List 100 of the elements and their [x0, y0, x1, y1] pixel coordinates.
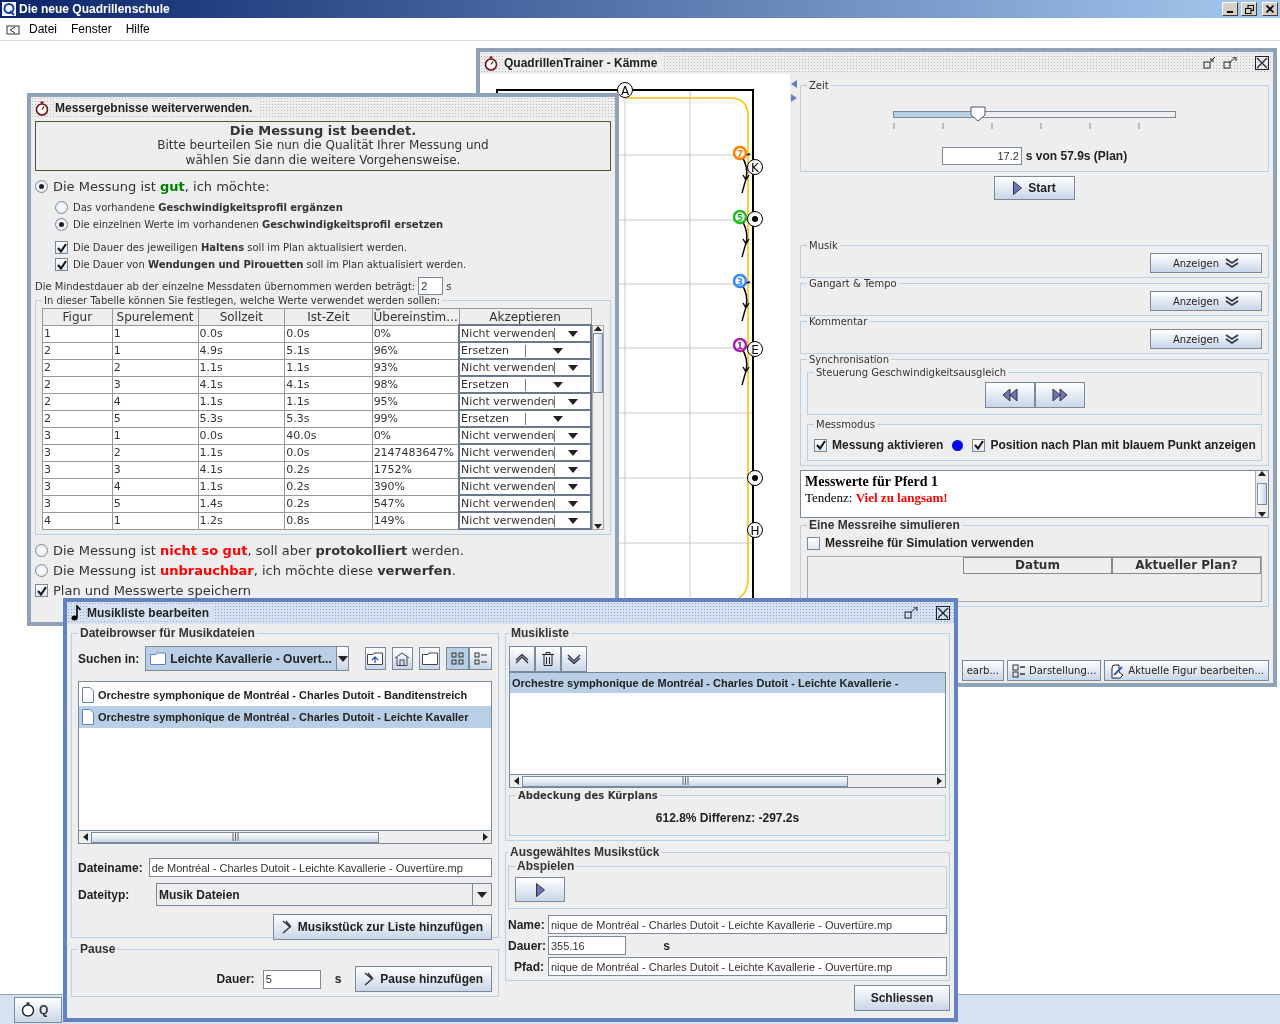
dropdown-arrow-icon[interactable] [568, 466, 579, 473]
taskbar-button[interactable]: Q [14, 996, 62, 1023]
filetype-dropdown[interactable]: Musik Dateien [156, 883, 492, 906]
scroll-down-icon [1258, 512, 1266, 517]
checkbox[interactable] [807, 536, 820, 550]
folder-dropdown[interactable]: Leichte Kavallerie - Ouvert... [145, 646, 350, 671]
notice-text: wählen Sie dann die weitere Vorgehensweise. [184, 153, 462, 168]
close-icon[interactable] [936, 606, 950, 620]
dropdown-arrow-icon[interactable] [553, 381, 564, 388]
column-header[interactable]: Figur [42, 308, 113, 325]
checkbox-label: Plan und Messwerte speichern [53, 583, 251, 598]
scrollbar[interactable] [79, 830, 491, 843]
minimize-button[interactable] [1222, 2, 1238, 16]
checkbox[interactable] [55, 258, 68, 271]
chevron-down-icon [567, 654, 581, 664]
group-title: Zeit [808, 80, 830, 91]
menu-item[interactable]: Fenster [66, 20, 117, 38]
name-field[interactable]: nique de Montréal - Charles Dutoit - Leichte Kavallerie - Ouvertüre.mp [548, 915, 947, 934]
play-button[interactable] [515, 877, 565, 902]
path-field[interactable]: nique de Montréal - Charles Dutoit - Leichte Kavallerie - Ouvertüre.mp [548, 957, 947, 976]
duration-label: Dauer: [508, 938, 544, 953]
add-to-list-button[interactable]: Musikstück zur Liste hinzufügen [272, 914, 492, 940]
file-item[interactable]: Orchestre symphonique de Montréal - Charles Dutoit - Leichte Kavaller [79, 706, 491, 728]
folder-up-button[interactable] [364, 647, 386, 670]
dropdown-arrow-icon[interactable] [337, 655, 348, 662]
group-title: Kommentar [808, 316, 869, 327]
column-header[interactable]: Spurelement [112, 308, 199, 325]
move-up-button[interactable] [509, 646, 535, 672]
restore-button[interactable] [1241, 2, 1257, 16]
show-button[interactable]: Anzeigen [1150, 329, 1262, 349]
time-field[interactable]: 17.2 [941, 147, 1022, 165]
column-header[interactable]: Übereinstim... [372, 308, 460, 325]
fast-forward-button[interactable] [1034, 382, 1085, 408]
folder-up-icon [367, 652, 384, 665]
scrollbar[interactable] [1255, 471, 1268, 517]
dropdown-arrow-icon[interactable] [477, 891, 487, 898]
column-header[interactable]: Datum [963, 557, 1112, 574]
time-label: s von 57.9s (Plan) [1025, 149, 1128, 163]
dropdown-arrow-icon[interactable] [568, 500, 579, 507]
duration-field[interactable]: 355.16 [548, 936, 626, 955]
maximize-icon[interactable] [904, 607, 918, 619]
dot-icon [952, 439, 964, 451]
dropdown-arrow-icon[interactable] [568, 483, 579, 490]
rewind-button[interactable] [984, 382, 1035, 408]
dropdown-arrow-icon[interactable] [553, 415, 564, 422]
column-header[interactable]: Ist-Zeit [284, 308, 373, 325]
iconify-icon[interactable] [1203, 57, 1217, 69]
checkbox[interactable] [35, 584, 48, 597]
checkbox[interactable] [55, 241, 68, 254]
grip-icon [681, 777, 689, 785]
checkbox[interactable] [972, 438, 986, 452]
dropdown-arrow-icon[interactable] [553, 347, 564, 354]
dropdown-arrow-icon[interactable] [568, 398, 579, 405]
maximize-icon[interactable] [1223, 57, 1237, 69]
dropdown-arrow-icon[interactable] [568, 432, 579, 439]
group-title: Musik [808, 240, 839, 251]
close-button[interactable]: Schliessen [854, 985, 950, 1011]
dropdown-arrow-icon[interactable] [568, 449, 579, 456]
close-icon[interactable] [1255, 56, 1269, 70]
radio-button[interactable] [55, 218, 68, 231]
details-view-button[interactable] [469, 647, 492, 670]
radio-button[interactable] [35, 180, 48, 193]
checkbox-label: Messung aktivieren [832, 438, 944, 452]
scrollbar[interactable] [510, 774, 945, 787]
dropdown-arrow-icon[interactable] [568, 330, 579, 337]
duration-field[interactable]: 5 [262, 969, 321, 989]
toolbar-button[interactable]: Aktuelle Figur bearbeiten... [1104, 660, 1269, 681]
list-view-button[interactable] [446, 647, 469, 670]
music-list-item[interactable]: Orchestre symphonique de Montréal - Charles Dutoit - Leichte Kavallerie - [510, 673, 945, 693]
add-pause-button[interactable]: Pause hinzufügen [355, 966, 492, 992]
show-button[interactable]: Anzeigen [1150, 253, 1262, 273]
radio-button[interactable] [55, 201, 68, 214]
delete-button[interactable] [535, 646, 561, 672]
scrollbar[interactable] [592, 325, 604, 530]
new-folder-button[interactable] [419, 647, 440, 670]
filename-field[interactable]: de Montréal - Charles Dutoit - Leichte Kavallerie - Ouvertüre.mp [148, 858, 492, 877]
scrollbar-thumb[interactable] [593, 333, 603, 393]
start-button[interactable]: Start [994, 176, 1075, 200]
toolbar-button[interactable]: Darstellung... [1006, 660, 1102, 681]
menu-item[interactable]: Datei [24, 20, 62, 38]
slider-thumb[interactable] [969, 106, 986, 122]
scroll-right-icon [936, 777, 942, 785]
file-item[interactable]: Orchestre symphonique de Montréal - Charles Dutoit - Banditenstreich [79, 684, 491, 706]
move-down-button[interactable] [561, 646, 587, 672]
dropdown-arrow-icon[interactable] [568, 517, 579, 524]
toolbar-button[interactable]: earb... [961, 660, 1004, 681]
menu-item[interactable]: Hilfe [120, 20, 155, 38]
radio-button[interactable] [35, 544, 48, 557]
dropdown-arrow-icon[interactable] [568, 364, 579, 371]
home-button[interactable] [392, 647, 413, 670]
close-button[interactable] [1262, 2, 1278, 16]
min-duration-field[interactable]: 2 [418, 277, 444, 295]
column-header[interactable]: Aktueller Plan? [1112, 557, 1261, 574]
duration-label: Dauer: [216, 972, 255, 986]
show-button[interactable]: Anzeigen [1150, 291, 1262, 311]
checkbox[interactable] [814, 438, 827, 452]
slider-track[interactable] [893, 111, 1176, 118]
radio-label: Das vorhandene Geschwindigkeitsprofil ergänzen [73, 202, 343, 213]
radio-button[interactable] [35, 564, 48, 577]
column-header[interactable]: Sollzeit [198, 308, 285, 325]
